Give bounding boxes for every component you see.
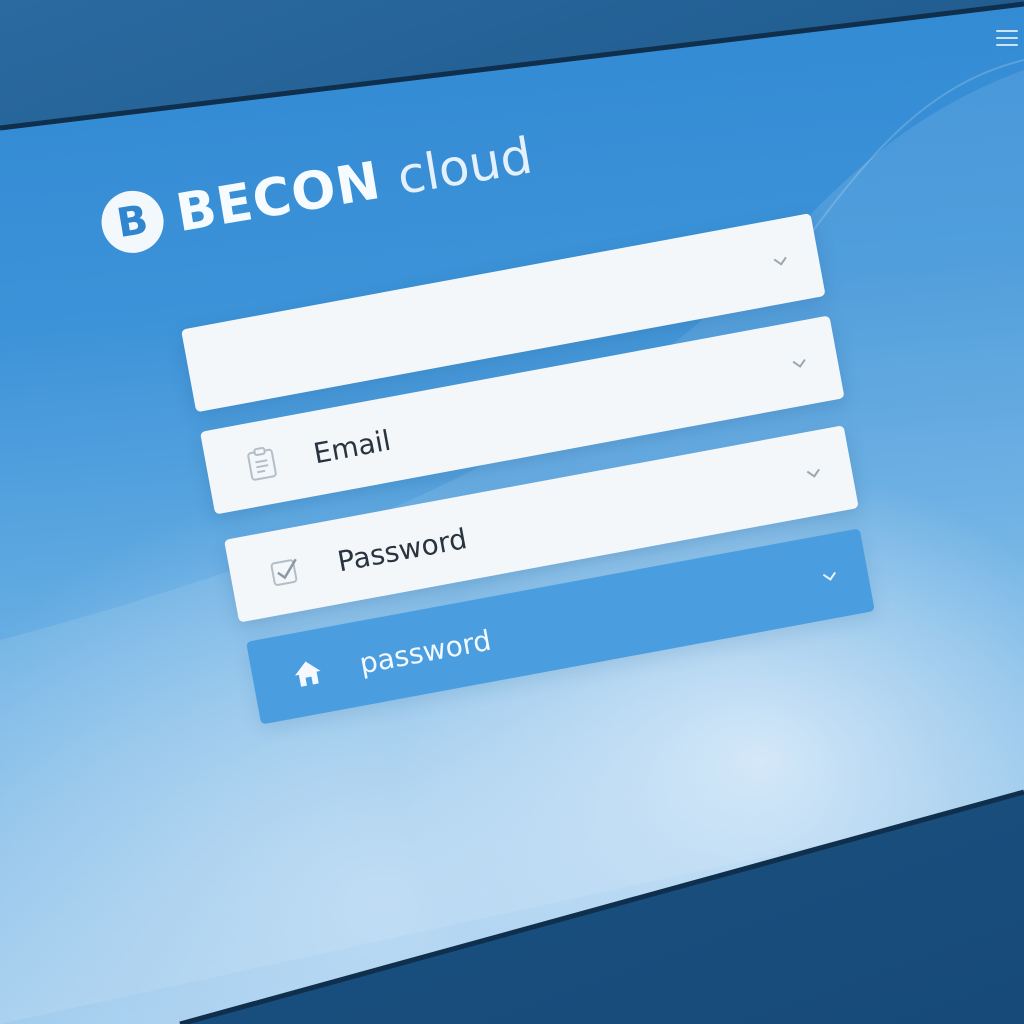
chevron-down-icon[interactable] — [818, 565, 841, 588]
checkbox-icon — [266, 551, 306, 591]
brand-header: B BECON cloud — [96, 125, 537, 258]
brand-logo-letter: B — [113, 196, 152, 248]
brand-name: BECON — [172, 150, 386, 245]
brand-suffix: cloud — [393, 126, 537, 207]
clipboard-icon — [242, 443, 282, 483]
hamburger-menu-icon[interactable] — [996, 30, 1018, 58]
chevron-down-icon[interactable] — [788, 352, 811, 375]
monitor-bezel: B BECON cloud Email Password password — [0, 0, 1024, 1024]
chevron-down-icon[interactable] — [769, 250, 792, 273]
screen: B BECON cloud Email Password password — [0, 4, 1024, 1024]
chevron-down-icon[interactable] — [802, 462, 825, 485]
home-icon — [288, 653, 328, 693]
brand-logo-icon: B — [96, 186, 169, 258]
